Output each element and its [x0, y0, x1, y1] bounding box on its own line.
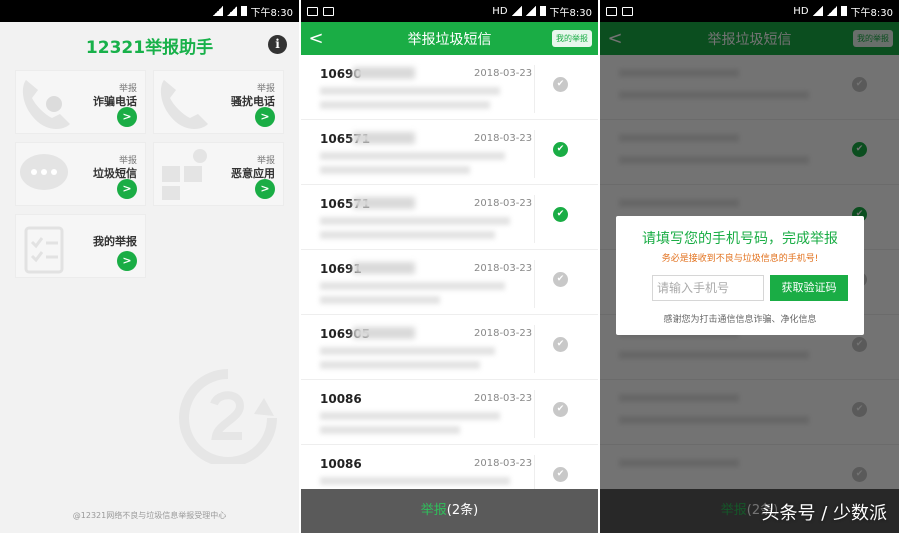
signal-icon — [511, 6, 522, 16]
chat-bubble-icon — [20, 154, 68, 190]
image-icon — [622, 6, 633, 16]
sms-date: 2018-03-23 — [474, 458, 533, 469]
dialog-note: 感谢您为打击通信信息诈骗、净化信息 — [663, 315, 817, 325]
sms-row[interactable]: 10690 2018-03-23 ✔ — [301, 55, 598, 120]
phone-number-dialog: 请填写您的手机号码，完成举报 务必是接收到不良与垃圾信息的手机号! 获取验证码 … — [616, 216, 864, 335]
chevron-right-icon[interactable]: > — [255, 179, 275, 199]
sms-row[interactable]: 106571 2018-03-23 ✔ — [301, 185, 598, 250]
signal-icon — [525, 6, 536, 16]
status-time: 下午8:30 — [549, 7, 592, 19]
phone-input[interactable] — [652, 275, 764, 301]
status-time: 下午8:30 — [250, 7, 293, 19]
app-title: 12321举报助手 — [85, 37, 214, 58]
my-reports-button[interactable]: 我的举报 — [552, 30, 592, 47]
sms-date: 2018-03-23 — [474, 68, 533, 79]
brand-watermark: 头条号 / 少数派 — [761, 503, 887, 524]
check-circle-icon[interactable]: ✔ — [553, 402, 568, 417]
chevron-right-icon[interactable]: > — [117, 107, 137, 127]
home-footer: @12321网络不良与垃圾信息举报受理中心 — [72, 511, 227, 520]
home-header: 12321举报助手 i — [0, 22, 299, 68]
status-bar: HD 下午8:30 — [600, 0, 899, 22]
signal-icon — [212, 6, 223, 16]
check-circle-icon[interactable]: ✔ — [553, 77, 568, 92]
check-circle-icon[interactable]: ✔ — [553, 142, 568, 157]
sms-list: 10690 2018-03-23 ✔ 106571 2018-03-23 ✔ 1… — [301, 55, 598, 510]
clipboard-icon — [24, 226, 64, 274]
check-circle-icon[interactable]: ✔ — [553, 207, 568, 222]
sms-date: 2018-03-23 — [474, 198, 533, 209]
tile-fraud-call[interactable]: 举报 诈骗电话 > — [15, 70, 146, 134]
home-screen: 下午8:30 12321举报助手 i 举报 诈骗电话 > 举报 骚扰电话 > 举… — [0, 0, 299, 533]
battery-icon — [840, 6, 847, 16]
get-code-button[interactable]: 获取验证码 — [770, 275, 848, 301]
sms-report-screen: HD 下午8:30 < 举报垃圾短信 我的举报 10690 2018-03-23… — [301, 0, 598, 533]
sms-row[interactable]: 10086 2018-03-23 ✔ — [301, 380, 598, 445]
image-icon — [606, 6, 617, 16]
sms-header: < 举报垃圾短信 我的举报 — [301, 22, 598, 55]
tile-malicious-app[interactable]: 举报 恶意应用 > — [153, 142, 284, 206]
back-arrow-icon[interactable]: < — [301, 28, 331, 49]
phone-icon — [160, 80, 208, 129]
sms-row[interactable]: 106571 2018-03-23 ✔ — [301, 120, 598, 185]
info-icon[interactable]: i — [268, 35, 287, 54]
sms-sender: 10086 — [320, 392, 362, 406]
image-icon — [307, 6, 318, 16]
chevron-right-icon[interactable]: > — [255, 107, 275, 127]
tile-my-reports[interactable]: 我的举报 > — [15, 214, 146, 278]
logo-watermark-icon — [179, 369, 277, 464]
report-submit-button[interactable]: 举报(2条) — [301, 489, 598, 533]
dialog-title: 请填写您的手机号码，完成举报 — [642, 231, 838, 247]
chevron-right-icon[interactable]: > — [117, 179, 137, 199]
status-bar: HD 下午8:30 — [301, 0, 598, 22]
status-time: 下午8:30 — [850, 7, 893, 19]
chevron-right-icon[interactable]: > — [117, 251, 137, 271]
sms-date: 2018-03-23 — [474, 328, 533, 339]
status-bar: 下午8:30 — [0, 0, 299, 22]
image-icon — [323, 6, 334, 16]
phone-icon — [22, 80, 70, 129]
hd-badge: HD — [793, 5, 809, 17]
signal-icon — [826, 6, 837, 16]
sms-date: 2018-03-23 — [474, 263, 533, 274]
tile-label: 我的举报 — [93, 235, 137, 248]
dialog-subtitle: 务必是接收到不良与垃圾信息的手机号! — [661, 254, 819, 264]
signal-icon — [812, 6, 823, 16]
check-circle-icon[interactable]: ✔ — [553, 337, 568, 352]
tile-spam-sms[interactable]: 举报 垃圾短信 > — [15, 142, 146, 206]
sms-sender: 10086 — [320, 457, 362, 471]
hd-badge: HD — [492, 5, 508, 17]
report-label: 举报 — [420, 503, 447, 518]
tile-harass-call[interactable]: 举报 骚扰电话 > — [153, 70, 284, 134]
sms-date: 2018-03-23 — [474, 133, 533, 144]
app-grid-icon — [162, 149, 207, 200]
check-circle-icon[interactable]: ✔ — [553, 272, 568, 287]
battery-icon — [240, 6, 247, 16]
sms-row[interactable]: 10691 2018-03-23 ✔ — [301, 250, 598, 315]
sms-row[interactable]: 106905 2018-03-23 ✔ — [301, 315, 598, 380]
signal-icon — [226, 6, 237, 16]
sms-date: 2018-03-23 — [474, 393, 533, 404]
battery-icon — [539, 6, 546, 16]
report-count: (2条) — [446, 503, 479, 518]
check-circle-icon[interactable]: ✔ — [553, 467, 568, 482]
